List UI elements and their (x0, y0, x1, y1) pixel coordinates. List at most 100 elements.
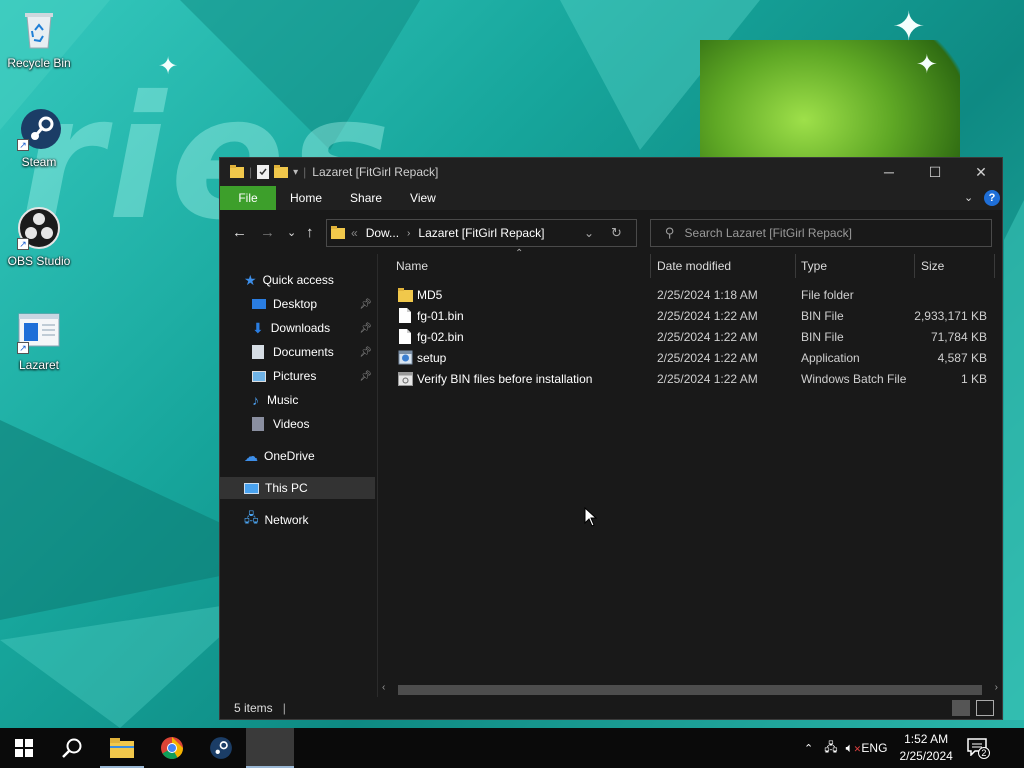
column-header-type[interactable]: Type (801, 254, 827, 278)
obs-icon: ↗ (17, 206, 61, 250)
column-divider[interactable] (914, 254, 915, 278)
new-folder-icon[interactable] (274, 165, 289, 179)
tab-home[interactable]: Home (276, 186, 336, 210)
nav-label: Pictures (273, 369, 317, 383)
shortcut-arrow-icon: ↗ (17, 139, 29, 151)
column-divider[interactable] (994, 254, 995, 278)
large-icons-view-icon[interactable] (976, 700, 994, 716)
clock[interactable]: 1:52 AM 2/25/2024 (899, 731, 952, 765)
breadcrumb-current[interactable]: Lazaret [FitGirl Repack] (418, 226, 544, 240)
file-row[interactable]: Verify BIN files before installation 2/2… (378, 368, 1002, 389)
nav-documents[interactable]: Documents 📌︎ (252, 341, 376, 363)
file-type: BIN File (801, 308, 844, 323)
nav-label: Music (267, 393, 299, 407)
nav-onedrive[interactable]: ☁ OneDrive (244, 445, 315, 467)
start-button[interactable] (0, 728, 48, 768)
back-arrow-icon[interactable]: ← (232, 224, 247, 241)
action-center-button[interactable]: 2 (967, 738, 990, 759)
nav-label: This PC (265, 481, 308, 495)
nav-downloads[interactable]: ⬇ Downloads 📌︎ (252, 317, 376, 339)
file-icon (399, 305, 411, 326)
desktop-icon-lazaret[interactable]: ↗ Lazaret (0, 310, 78, 372)
file-type: Application (801, 350, 860, 365)
star-icon: ★ (244, 271, 257, 288)
system-tray: ⌃ 🖧︎ 🔈︎ ✕ ENG 1:52 AM 2/25/2024 2 (804, 728, 990, 768)
file-date: 2/25/2024 1:18 AM (657, 287, 758, 302)
file-row[interactable]: fg-01.bin 2/25/2024 1:22 AM BIN File 2,9… (378, 305, 1002, 326)
taskbar-file-explorer[interactable] (98, 728, 146, 768)
nav-label: Documents (273, 345, 334, 359)
search-button[interactable] (48, 728, 96, 768)
file-name: Verify BIN files before installation (417, 371, 593, 386)
nav-quick-access[interactable]: ★ Quick access (244, 269, 334, 291)
status-divider: | (282, 701, 286, 715)
scroll-right-icon[interactable]: › (995, 682, 998, 693)
details-view-icon[interactable] (952, 700, 970, 716)
language-indicator[interactable]: ENG (861, 741, 887, 755)
recent-locations-icon[interactable]: ⌄ (287, 226, 296, 239)
close-button[interactable]: ✕ (958, 158, 1004, 186)
shortcut-arrow-icon: ↗ (17, 238, 29, 250)
setup-icon (398, 347, 413, 368)
address-bar[interactable]: « Dow... › Lazaret [FitGirl Repack] ⌄ ↻ (326, 219, 637, 247)
help-icon[interactable]: ? (984, 190, 1000, 206)
nav-label: Videos (273, 417, 310, 431)
nav-videos[interactable]: Videos (252, 413, 309, 435)
desktop-icon-obs-studio[interactable]: ↗ OBS Studio (0, 206, 78, 268)
nav-desktop[interactable]: Desktop 📌︎ (252, 293, 376, 315)
search-box[interactable]: ⚲ Search Lazaret [FitGirl Repack] (650, 219, 992, 247)
navigation-pane: ★ Quick access Desktop 📌︎ ⬇ Downloads 📌︎… (220, 254, 378, 699)
tab-share[interactable]: Share (336, 186, 396, 210)
file-date: 2/25/2024 1:22 AM (657, 329, 758, 344)
customize-toolbar-icon[interactable]: ▾ (293, 167, 298, 178)
column-header-name[interactable]: Name (396, 254, 428, 278)
title-bar[interactable]: | ▾ | Lazaret [FitGirl Repack] ─ ☐ ✕ (220, 158, 1002, 186)
properties-icon[interactable] (257, 165, 270, 179)
taskbar-steam[interactable] (197, 728, 245, 768)
column-header-date[interactable]: Date modified (657, 254, 731, 278)
file-row[interactable]: MD5 2/25/2024 1:18 AM File folder (378, 284, 1002, 305)
pictures-icon (252, 370, 266, 382)
search-placeholder: Search Lazaret [FitGirl Repack] (684, 226, 852, 240)
address-dropdown-icon[interactable]: ⌄ (584, 226, 594, 240)
file-row[interactable]: fg-02.bin 2/25/2024 1:22 AM BIN File 71,… (378, 326, 1002, 347)
column-header-size[interactable]: Size (921, 254, 944, 278)
scrollbar-thumb[interactable] (398, 685, 982, 695)
desktop-icon-steam[interactable]: ↗ Steam (0, 107, 78, 169)
scroll-left-icon[interactable]: ‹ (382, 682, 385, 693)
desktop-icon-label: Steam (21, 155, 57, 169)
taskbar-chrome[interactable] (148, 728, 196, 768)
file-row[interactable]: setup 2/25/2024 1:22 AM Application 4,58… (378, 347, 1002, 368)
nav-music[interactable]: ♪ Music (252, 389, 298, 411)
file-type: Windows Batch File (801, 371, 907, 386)
volume-muted-icon[interactable]: 🔈︎ ✕ (846, 740, 862, 756)
desktop-icon-label: Lazaret (18, 358, 60, 372)
forward-arrow-icon[interactable]: → (260, 224, 275, 241)
expand-ribbon-icon[interactable]: ⌄ (964, 191, 973, 204)
refresh-icon[interactable]: ↻ (611, 225, 622, 241)
steam-icon (210, 737, 232, 759)
column-divider[interactable] (650, 254, 651, 278)
nav-network[interactable]: 🖧︎ Network (244, 509, 309, 531)
nav-pictures[interactable]: Pictures 📌︎ (252, 365, 376, 387)
up-arrow-icon[interactable]: ↑ (306, 224, 314, 241)
minimize-button[interactable]: ─ (866, 158, 912, 186)
breadcrumb-overflow[interactable]: « (351, 226, 358, 240)
breadcrumb-parent[interactable]: Dow... (366, 226, 399, 240)
desktop-icon-recycle-bin[interactable]: Recycle Bin (0, 8, 78, 70)
toolbar-divider: | (303, 165, 307, 179)
maximize-button[interactable]: ☐ (912, 158, 958, 186)
show-hidden-icons-icon[interactable]: ⌃ (804, 742, 813, 755)
horizontal-scrollbar[interactable]: ‹ › (378, 681, 1002, 698)
nav-this-pc[interactable]: This PC (220, 477, 375, 499)
network-status-icon[interactable]: 🖧︎ (824, 738, 837, 759)
sparkle-icon: ✦ (158, 52, 179, 80)
breadcrumb-separator-icon[interactable]: › (407, 228, 410, 239)
tab-view[interactable]: View (396, 186, 450, 210)
column-divider[interactable] (795, 254, 796, 278)
tab-file[interactable]: File (220, 186, 276, 210)
folder-icon (398, 284, 413, 305)
notification-count: 2 (977, 747, 990, 759)
file-explorer-icon (110, 738, 134, 758)
taskbar-active-window[interactable] (246, 728, 294, 768)
